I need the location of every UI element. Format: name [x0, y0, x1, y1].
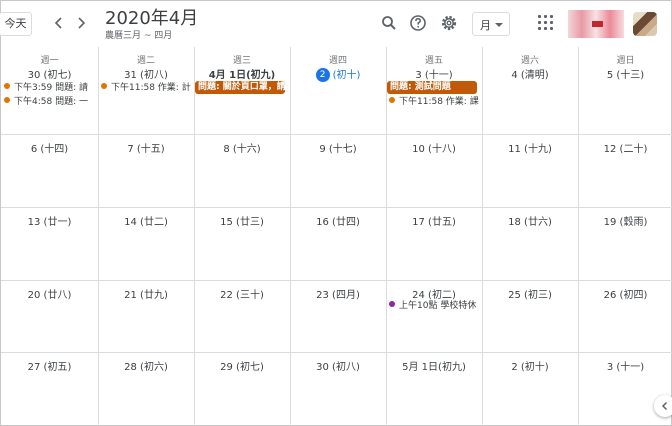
- weekday-header: 週一: [40, 56, 59, 66]
- day-cell-label[interactable]: 25 (初三): [482, 286, 578, 301]
- account-brand-logo[interactable]: [568, 10, 624, 38]
- day-cell-label[interactable]: 9 (十七): [290, 140, 386, 155]
- day-cell-label[interactable]: 4月 1日(初九): [194, 66, 290, 81]
- day-cell-label[interactable]: 17 (廿五): [386, 213, 482, 228]
- day-cell-label[interactable]: 2 (初十): [290, 66, 386, 82]
- day-cell-label[interactable]: 14 (廿二): [98, 213, 194, 228]
- day-cell-label[interactable]: 24 (初二): [386, 286, 482, 301]
- event-text: 下午4:58 問題: 一: [14, 97, 88, 107]
- day-cell-label[interactable]: 3 (十一): [386, 66, 482, 81]
- day-cell-label[interactable]: 30 (初七): [1, 66, 98, 81]
- apps-grid-icon[interactable]: [538, 15, 553, 30]
- event-item[interactable]: 下午11:58 作業: 計: [101, 82, 191, 94]
- weekday-header: 週四: [328, 56, 347, 66]
- avatar[interactable]: [633, 12, 657, 36]
- day-cell-label[interactable]: 23 (四月): [290, 286, 386, 301]
- chevron-left-icon[interactable]: [48, 11, 70, 35]
- day-cell-label[interactable]: 3 (十一): [578, 358, 672, 373]
- month-grid: 週一 週二 週三 週四 週五 週六 週日 30 (初七) 31 (初八) 4月 1日(初九) 2 (初…: [1, 47, 672, 426]
- grid-row-divider: [1, 207, 672, 208]
- day-cell-label[interactable]: 19 (穀雨): [578, 213, 672, 228]
- day-cell-label[interactable]: 20 (廿八): [1, 286, 98, 301]
- page-title: 2020年4月: [105, 8, 199, 29]
- side-panel-toggle[interactable]: [654, 395, 672, 417]
- event-dot: [389, 301, 395, 307]
- day-cell-label[interactable]: 21 (廿九): [98, 286, 194, 301]
- day-cell-label[interactable]: 31 (初八): [98, 66, 194, 81]
- day-cell-label[interactable]: 11 (十九): [482, 140, 578, 155]
- event-text: 上午10點 學校特休: [399, 301, 477, 311]
- day-cell-label[interactable]: 10 (十八): [386, 140, 482, 155]
- day-cell-label[interactable]: 8 (十六): [194, 140, 290, 155]
- day-cell-label[interactable]: 18 (廿六): [482, 213, 578, 228]
- grid-row-divider: [1, 134, 672, 135]
- weekday-header: 週二: [136, 56, 155, 66]
- weekday-header: 週五: [424, 56, 443, 66]
- gear-icon[interactable]: [438, 12, 460, 34]
- top-bar: 今天 2020年4月 農曆三月 ~ 四月 月: [0, 1, 672, 47]
- day-cell-label[interactable]: 2 (初十): [482, 358, 578, 373]
- view-selector-label: 月: [480, 19, 491, 32]
- day-cell-label[interactable]: 13 (廿一): [1, 213, 98, 228]
- day-cell-label[interactable]: 7 (十五): [98, 140, 194, 155]
- day-lunar-label: (初十): [332, 70, 361, 81]
- caret-down-icon: [495, 23, 503, 27]
- day-cell-label[interactable]: 22 (三十): [194, 286, 290, 301]
- search-icon[interactable]: [378, 12, 400, 34]
- day-cell-label[interactable]: 16 (廿四): [290, 213, 386, 228]
- day-cell-label[interactable]: 12 (二十): [578, 140, 672, 155]
- chevron-right-icon[interactable]: [70, 11, 92, 35]
- weekday-header: 週日: [616, 56, 635, 66]
- day-cell-label[interactable]: 27 (初五): [1, 358, 98, 373]
- today-button[interactable]: 今天: [0, 12, 32, 36]
- event-dot: [101, 83, 107, 89]
- event-item[interactable]: 下午11:58 作業: 課: [389, 96, 479, 108]
- event-text: 下午11:58 作業: 課: [399, 97, 479, 107]
- view-selector[interactable]: 月: [472, 12, 510, 36]
- weekday-header: 週三: [232, 56, 251, 66]
- event-dot: [4, 97, 10, 103]
- day-cell-label[interactable]: 6 (十四): [1, 140, 98, 155]
- day-cell-label[interactable]: 26 (初四): [578, 286, 672, 301]
- event-text: 下午11:58 作業: 計: [111, 83, 191, 93]
- chevron-left-icon: [661, 401, 668, 411]
- day-cell-label[interactable]: 15 (廿三): [194, 213, 290, 228]
- event-chip[interactable]: 問題: 測試問題: [387, 81, 477, 94]
- calendar-window: 今天 2020年4月 農曆三月 ~ 四月 月 週一 週二 週三 週四週五 週六 …: [0, 0, 672, 426]
- day-cell-label[interactable]: 5 (十三): [578, 66, 672, 81]
- lunar-subtitle: 農曆三月 ~ 四月: [105, 31, 173, 41]
- event-item[interactable]: 下午4:58 問題: 一: [4, 96, 95, 108]
- grid-row-divider: [1, 352, 672, 353]
- event-chip[interactable]: 問題: 關於頁口罩，請: [195, 81, 285, 94]
- event-text: 下午3:59 問題: 請: [14, 83, 88, 93]
- event-dot: [4, 83, 10, 89]
- weekday-header: 週六: [520, 56, 539, 66]
- event-item[interactable]: 上午10點 學校特休: [389, 300, 479, 312]
- help-icon[interactable]: [407, 12, 429, 34]
- day-cell-label[interactable]: 28 (初六): [98, 358, 194, 373]
- day-cell-label[interactable]: 29 (初七): [194, 358, 290, 373]
- event-dot: [389, 97, 395, 103]
- day-cell-label[interactable]: 5月 1日(初九): [386, 358, 482, 373]
- today-date-marker: 2: [315, 68, 330, 82]
- grid-row-divider: [1, 280, 672, 281]
- day-cell-label[interactable]: 30 (初八): [290, 358, 386, 373]
- day-cell-label[interactable]: 4 (清明): [482, 66, 578, 81]
- event-item[interactable]: 下午3:59 問題: 請: [4, 82, 95, 94]
